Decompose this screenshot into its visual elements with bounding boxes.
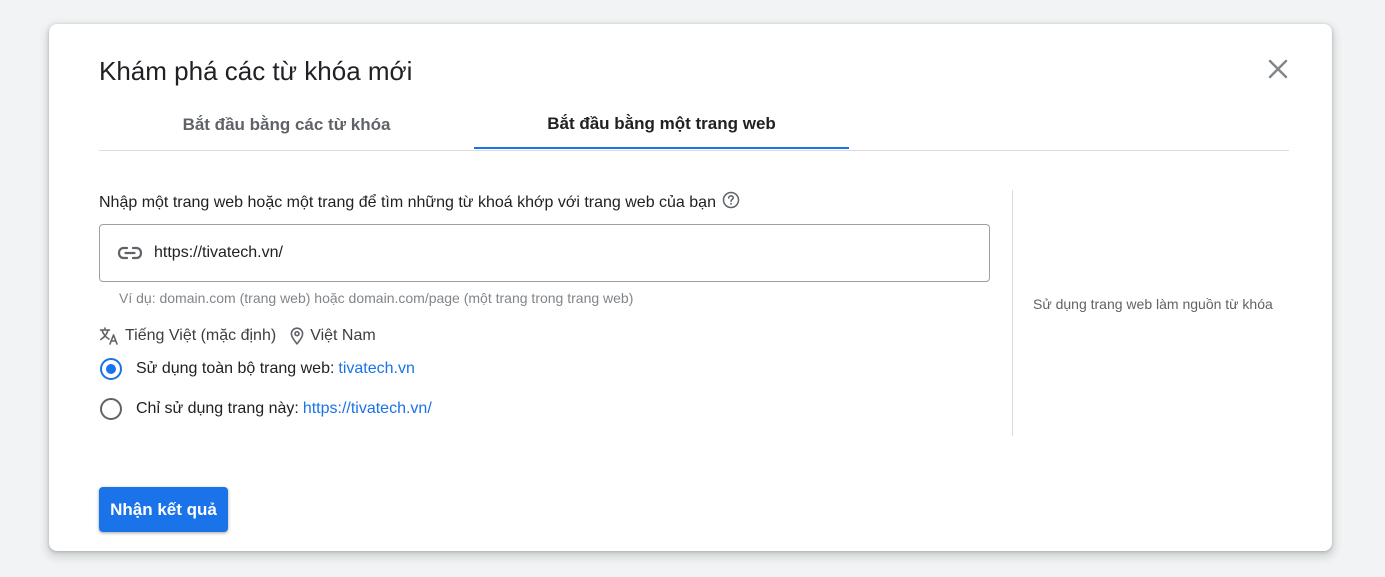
website-url-field[interactable]: [99, 224, 990, 282]
dialog-title: Khám phá các từ khóa mới: [99, 56, 413, 86]
location-setting[interactable]: Việt Nam: [310, 327, 376, 345]
option-this-page-label: Chỉ sử dụng trang này:: [136, 400, 299, 417]
option-this-page[interactable]: Chỉ sử dụng trang này: https://tivatech.…: [100, 398, 432, 420]
radio-whole-site[interactable]: [100, 358, 122, 380]
website-prompt: Nhập một trang web hoặc một trang để tìm…: [99, 191, 740, 212]
radio-this-page[interactable]: [100, 398, 122, 420]
close-icon: [1268, 59, 1288, 79]
translate-icon: [99, 327, 119, 345]
language-setting[interactable]: Tiếng Việt (mặc định): [125, 327, 276, 345]
vertical-divider: [1012, 190, 1013, 436]
side-panel-note: Sử dụng trang web làm nguồn từ khóa: [1033, 296, 1273, 312]
tab-start-with-website[interactable]: Bắt đầu bằng một trang web: [474, 100, 849, 149]
option-whole-site-link[interactable]: tivatech.vn: [338, 360, 414, 378]
option-whole-site[interactable]: Sử dụng toàn bộ trang web: tivatech.vn: [100, 358, 415, 380]
website-url-input[interactable]: [152, 243, 956, 263]
help-circle-icon[interactable]: [722, 191, 740, 209]
location-pin-icon: [290, 327, 304, 345]
targeting-settings: Tiếng Việt (mặc định) Việt Nam: [99, 327, 376, 345]
keyword-planner-dialog: Khám phá các từ khóa mới Bắt đầu bằng cá…: [49, 24, 1332, 551]
close-button[interactable]: [1263, 54, 1293, 84]
website-prompt-text: Nhập một trang web hoặc một trang để tìm…: [99, 194, 716, 211]
option-this-page-link[interactable]: https://tivatech.vn/: [303, 400, 432, 418]
tab-bar: Bắt đầu bằng các từ khóa Bắt đầu bằng mộ…: [99, 100, 1289, 151]
get-results-button[interactable]: Nhận kết quả: [99, 487, 228, 532]
url-hint: Ví dụ: domain.com (trang web) hoặc domai…: [119, 290, 634, 306]
link-icon: [117, 246, 143, 260]
option-whole-site-label: Sử dụng toàn bộ trang web:: [136, 360, 335, 377]
tab-start-with-keywords[interactable]: Bắt đầu bằng các từ khóa: [99, 100, 474, 149]
